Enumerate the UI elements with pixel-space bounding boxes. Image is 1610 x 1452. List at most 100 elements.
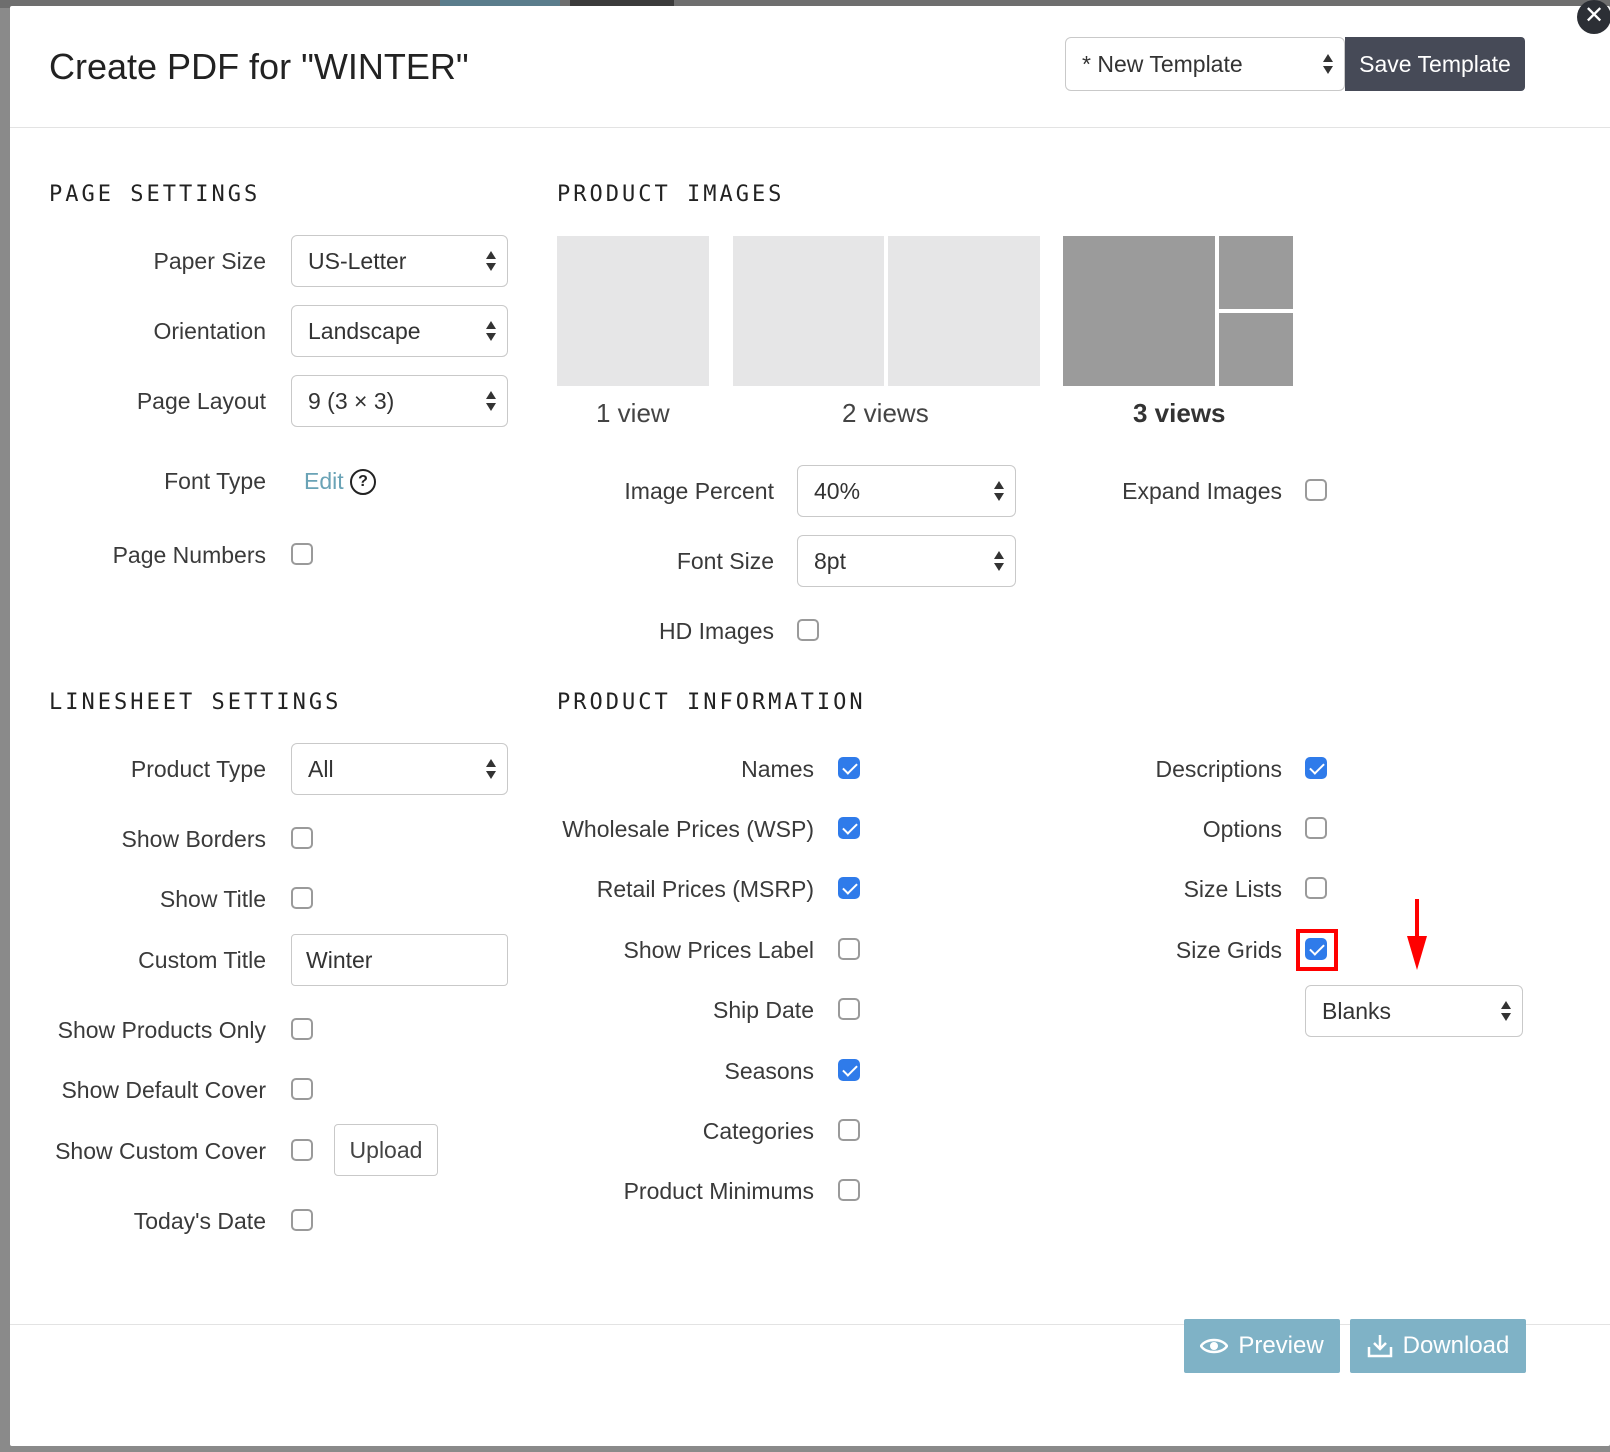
help-icon[interactable]: ?: [350, 469, 376, 495]
product-type-label: Product Type: [130, 756, 266, 782]
preview-button[interactable]: Preview: [1184, 1319, 1340, 1373]
seasons-checkbox[interactable]: [838, 1059, 860, 1081]
categories-label: Categories: [702, 1118, 814, 1144]
create-pdf-dialog: Create PDF for "WINTER" * New Template S…: [10, 6, 1610, 1446]
ship-date-checkbox[interactable]: [838, 998, 860, 1020]
three-views-thumbnail-top[interactable]: [1219, 236, 1293, 309]
three-views-thumbnail-bottom[interactable]: [1219, 313, 1293, 386]
font-size-value: 8pt: [814, 547, 846, 574]
retail-prices-checkbox[interactable]: [838, 877, 860, 899]
wholesale-prices-checkbox[interactable]: [838, 817, 860, 839]
template-select[interactable]: * New Template: [1065, 37, 1345, 91]
product-type-value: All: [308, 755, 334, 782]
wholesale-prices-label: Wholesale Prices (WSP): [562, 816, 814, 842]
linesheet-settings-heading: LINESHEET SETTINGS: [49, 690, 342, 715]
select-arrows-icon: [993, 479, 1005, 503]
image-percent-label: Image Percent: [624, 478, 774, 504]
categories-checkbox[interactable]: [838, 1119, 860, 1141]
orientation-select[interactable]: Landscape: [291, 305, 508, 357]
page-layout-select[interactable]: 9 (3 × 3): [291, 375, 508, 427]
expand-images-label: Expand Images: [1122, 478, 1282, 504]
two-views-thumbnail-left[interactable]: [733, 236, 884, 386]
one-view-label[interactable]: 1 view: [596, 398, 670, 429]
image-percent-select[interactable]: 40%: [797, 465, 1016, 517]
image-percent-value: 40%: [814, 477, 861, 504]
download-button[interactable]: Download: [1350, 1319, 1526, 1373]
custom-title-input[interactable]: Winter: [291, 934, 508, 986]
product-images-heading: PRODUCT IMAGES: [557, 182, 785, 207]
size-grids-select[interactable]: Blanks: [1305, 985, 1523, 1037]
product-information-heading: PRODUCT INFORMATION: [557, 690, 866, 715]
retail-prices-label: Retail Prices (MSRP): [596, 876, 814, 902]
download-icon: [1367, 1335, 1392, 1358]
names-checkbox[interactable]: [838, 757, 860, 779]
upload-cover-button[interactable]: Upload: [334, 1124, 438, 1176]
paper-size-label: Paper Size: [153, 248, 266, 274]
page-layout-label: Page Layout: [136, 388, 266, 414]
paper-size-select[interactable]: US-Letter: [291, 235, 508, 287]
preview-label: Preview: [1238, 1332, 1324, 1359]
three-views-label[interactable]: 3 views: [1133, 398, 1226, 429]
one-view-thumbnail[interactable]: [557, 236, 709, 386]
font-type-edit-link[interactable]: Edit: [304, 468, 344, 495]
select-arrows-icon: [485, 389, 497, 413]
show-products-only-checkbox[interactable]: [291, 1018, 313, 1040]
page-settings-heading: PAGE SETTINGS: [49, 182, 261, 207]
seasons-label: Seasons: [724, 1058, 814, 1084]
todays-date-checkbox[interactable]: [291, 1209, 313, 1231]
dialog-title: Create PDF for "WINTER": [49, 46, 469, 87]
show-custom-cover-checkbox[interactable]: [291, 1139, 313, 1161]
font-size-select[interactable]: 8pt: [797, 535, 1016, 587]
show-prices-label-checkbox[interactable]: [838, 938, 860, 960]
template-select-value: * New Template: [1082, 50, 1243, 77]
show-products-only-label: Show Products Only: [57, 1017, 266, 1043]
select-arrows-icon: [485, 319, 497, 343]
highlight-box: [1296, 929, 1338, 971]
size-lists-label: Size Lists: [1183, 876, 1282, 902]
show-title-label: Show Title: [159, 886, 266, 912]
ship-date-label: Ship Date: [712, 997, 814, 1023]
show-default-cover-checkbox[interactable]: [291, 1078, 313, 1100]
show-borders-checkbox[interactable]: [291, 827, 313, 849]
hd-images-label: HD Images: [658, 618, 774, 644]
three-views-thumbnail-main[interactable]: [1063, 236, 1215, 386]
paper-size-value: US-Letter: [308, 247, 407, 274]
orientation-value: Landscape: [308, 317, 421, 344]
dialog-header: Create PDF for "WINTER" * New Template S…: [10, 6, 1610, 128]
two-views-label[interactable]: 2 views: [842, 398, 929, 429]
font-type-label: Font Type: [164, 468, 266, 494]
select-arrows-icon: [1500, 999, 1512, 1023]
descriptions-label: Descriptions: [1155, 756, 1282, 782]
font-size-label: Font Size: [676, 548, 774, 574]
select-arrows-icon: [993, 549, 1005, 573]
product-minimums-label: Product Minimums: [623, 1178, 814, 1204]
highlight-arrow-head-icon: [1407, 936, 1427, 970]
save-template-button[interactable]: Save Template: [1345, 37, 1525, 91]
select-arrows-icon: [485, 249, 497, 273]
expand-images-checkbox[interactable]: [1305, 479, 1327, 501]
names-label: Names: [741, 756, 814, 782]
show-default-cover-label: Show Default Cover: [61, 1077, 266, 1103]
hd-images-checkbox[interactable]: [797, 619, 819, 641]
select-arrows-icon: [485, 757, 497, 781]
show-custom-cover-label: Show Custom Cover: [55, 1138, 266, 1164]
close-icon[interactable]: ✕: [1577, 0, 1610, 34]
eye-icon: [1200, 1338, 1229, 1354]
orientation-label: Orientation: [153, 318, 266, 344]
page-numbers-label: Page Numbers: [112, 542, 266, 568]
size-grids-value: Blanks: [1322, 997, 1392, 1024]
show-prices-label-label: Show Prices Label: [623, 937, 815, 963]
custom-title-label: Custom Title: [138, 947, 266, 973]
two-views-thumbnail-right[interactable]: [888, 236, 1040, 386]
descriptions-checkbox[interactable]: [1305, 757, 1327, 779]
product-minimums-checkbox[interactable]: [838, 1179, 860, 1201]
product-type-select[interactable]: All: [291, 743, 508, 795]
options-label: Options: [1202, 816, 1282, 842]
size-lists-checkbox[interactable]: [1305, 877, 1327, 899]
options-checkbox[interactable]: [1305, 817, 1327, 839]
size-grids-label: Size Grids: [1175, 937, 1282, 963]
show-borders-label: Show Borders: [121, 826, 266, 852]
page-numbers-checkbox[interactable]: [291, 543, 313, 565]
select-arrows-icon: [1322, 52, 1334, 76]
show-title-checkbox[interactable]: [291, 887, 313, 909]
